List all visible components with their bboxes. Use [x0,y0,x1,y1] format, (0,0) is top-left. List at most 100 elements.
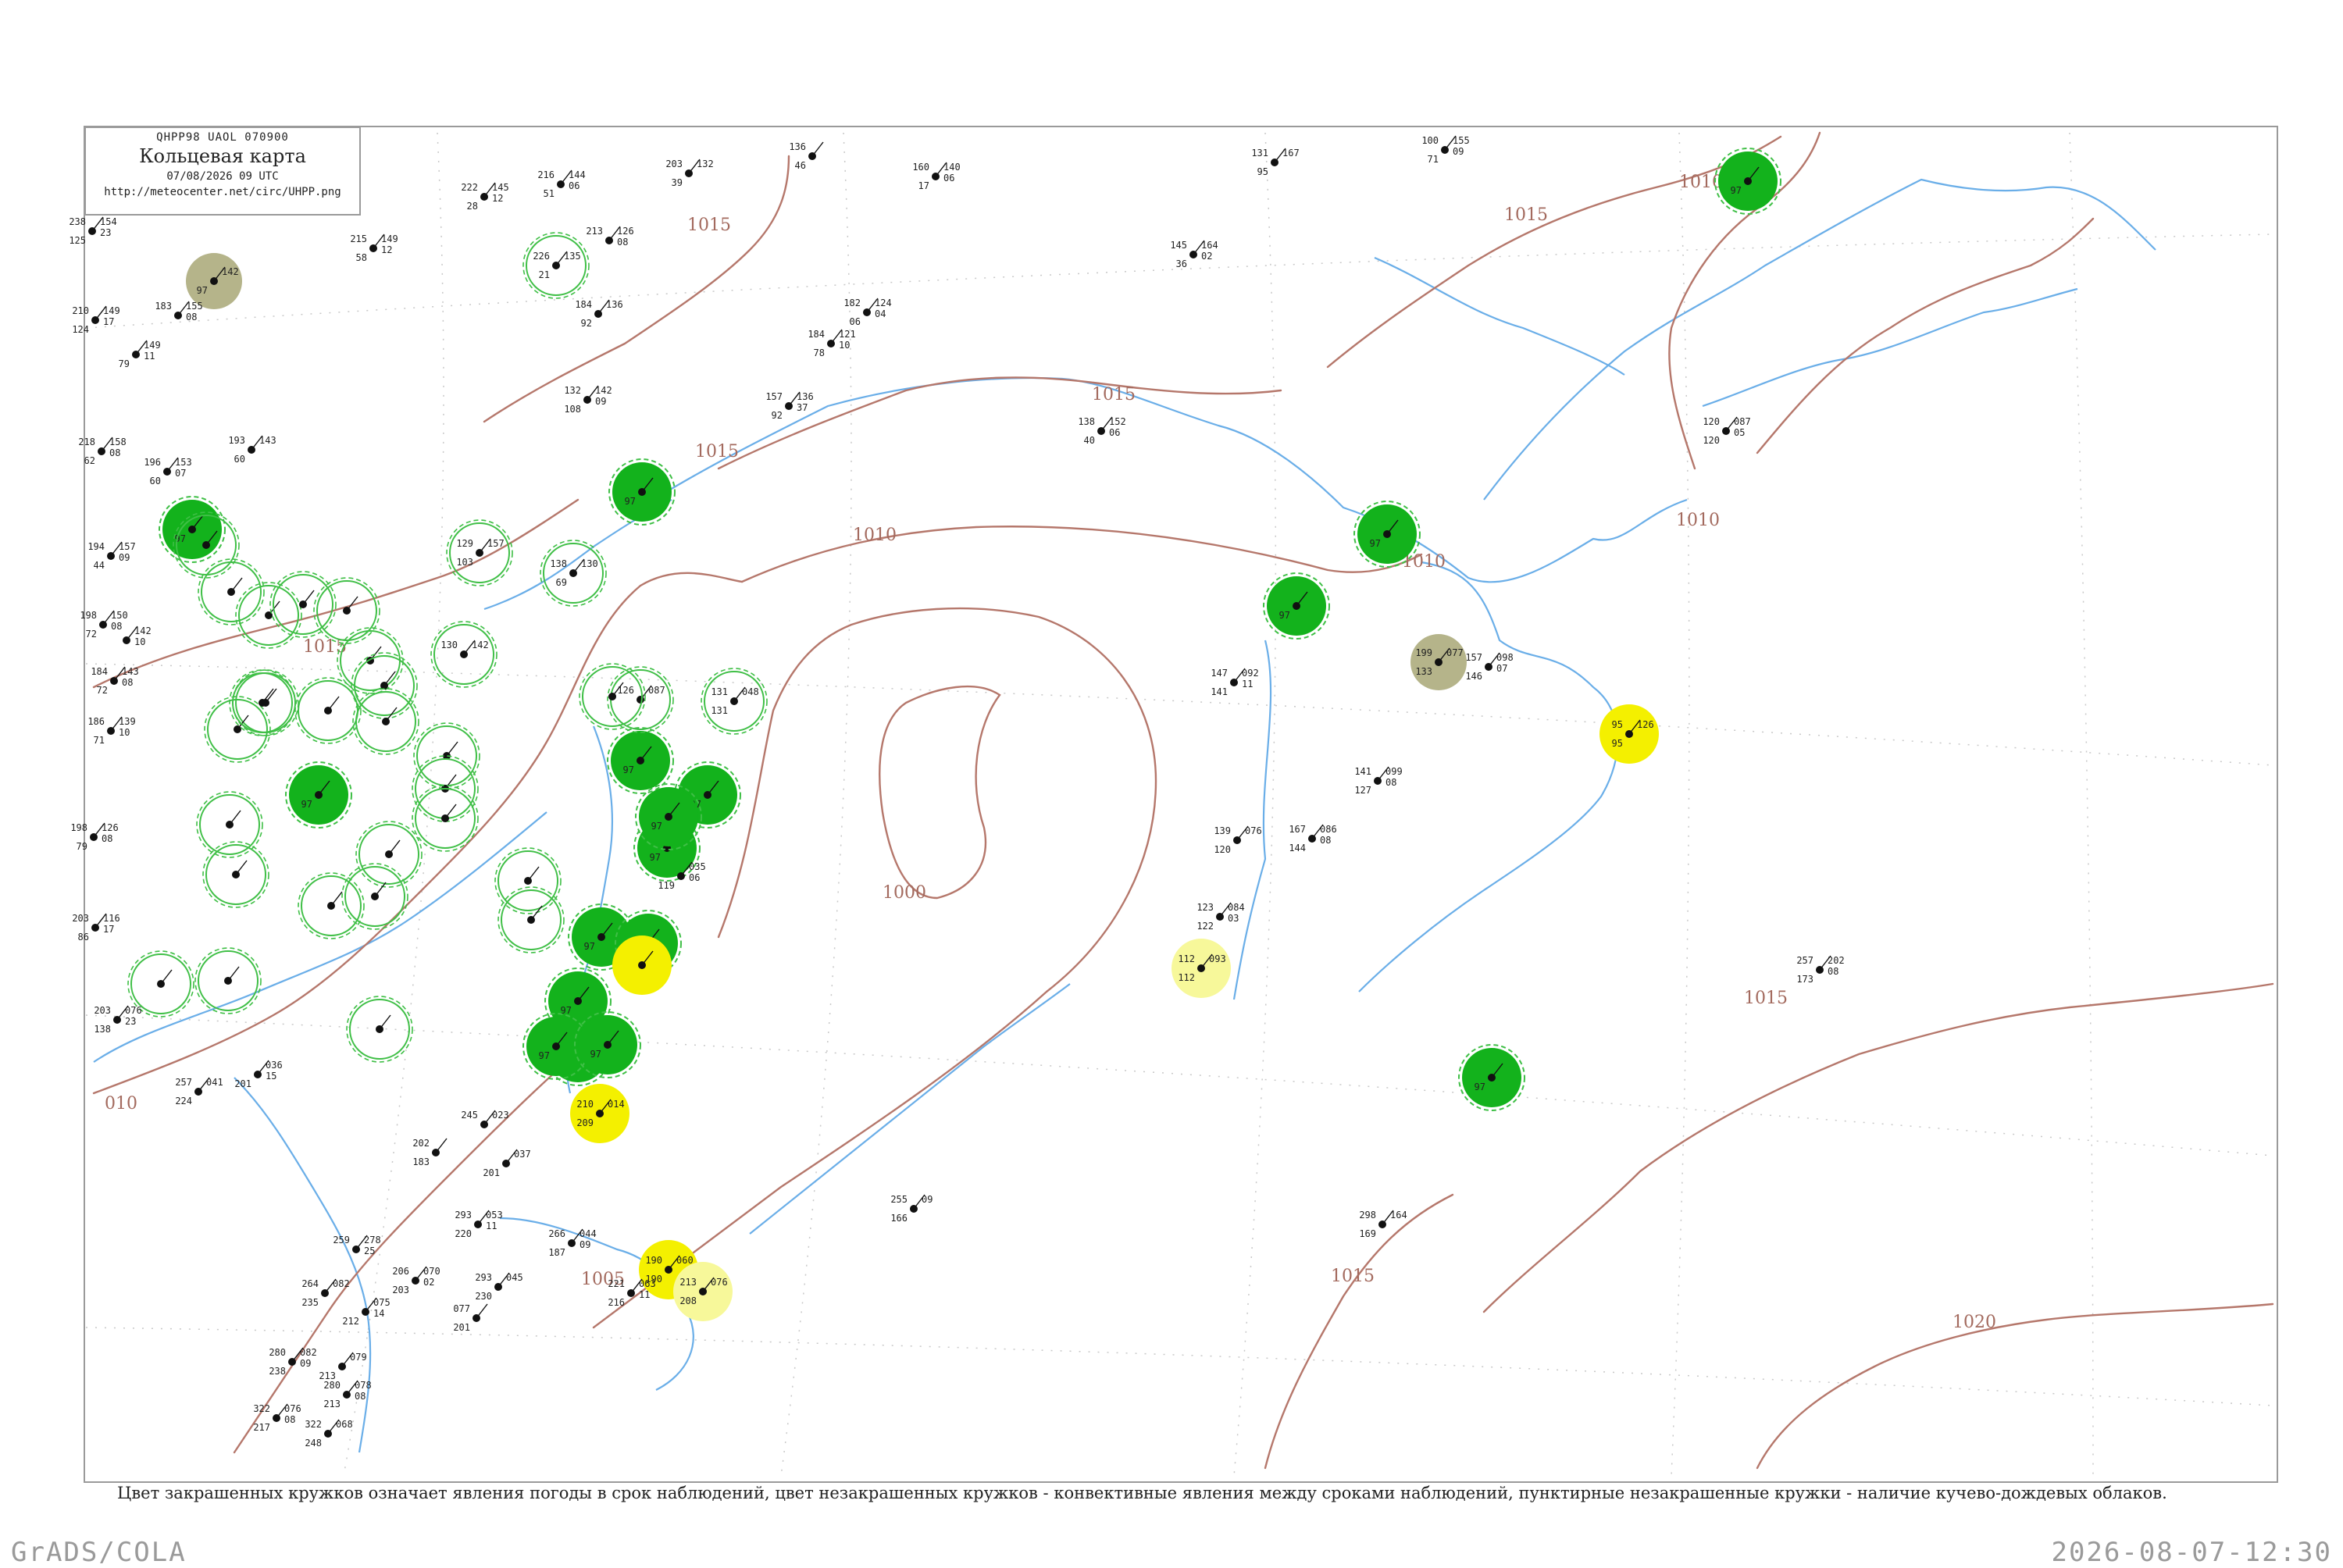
station-conv[interactable] [413,722,480,789]
station-conv[interactable]: 126 087 [607,666,674,733]
station-plain[interactable]: 202 183 [412,1138,448,1167]
station-conv[interactable] [204,696,271,763]
station-plain[interactable]: 182 06 12404 [843,298,891,327]
station-plain[interactable]: 206 203 07002 [392,1266,440,1295]
station-plain[interactable]: 213 12608 [586,226,633,248]
station-plain[interactable]: 280 238 08209 [269,1347,316,1377]
station-plain[interactable]: 216 51 14406 [537,169,585,199]
station-plain[interactable]: 198 72 15008 [80,610,127,640]
station-conv[interactable] [202,841,269,908]
station-plain[interactable]: 183 15508 [155,301,202,323]
station-plain[interactable]: 14210 [123,625,152,647]
station-plain[interactable]: 100 71 15509 [1421,135,1469,165]
station-conv[interactable] [355,821,423,888]
station-conv[interactable] [494,847,562,914]
station-plain[interactable]: 298 169 164 [1359,1210,1407,1239]
station-rain[interactable]: 97 [159,496,226,563]
station-plain[interactable]: 184 78 12110 [808,329,855,358]
station-pressure: 143 [259,435,276,446]
station-plain[interactable]: 141 127 09908 [1354,766,1402,796]
station-plain[interactable]: 293 220 05311 [455,1210,502,1239]
station-plain[interactable]: 322 217 07608 [253,1403,301,1433]
station-plain[interactable]: 79 14911 [119,340,161,369]
station-plain[interactable]: 221 216 06311 [608,1278,655,1308]
station-conv[interactable] [313,577,380,644]
station-conv[interactable] [294,677,362,744]
station-plain[interactable]: 215 58 14912 [350,233,398,263]
station-plain[interactable]: 167 144 08608 [1289,824,1336,853]
station-plain[interactable]: 212 07514 [342,1297,390,1327]
station-plain[interactable]: 157 146 09807 [1465,652,1513,682]
station-conv[interactable] [412,785,479,852]
station-dewpoint: 166 [890,1213,908,1224]
station-plain[interactable]: 255 166 09 [890,1194,933,1224]
station-conv[interactable] [196,791,263,858]
station-haze[interactable]: 213 208 076 [673,1262,733,1321]
station-conv[interactable] [235,582,302,649]
station-plain[interactable]: 193 60 143 [228,435,276,465]
station-plain[interactable]: 138 40 15206 [1078,416,1125,446]
station-plain[interactable]: 077 201 [453,1303,488,1333]
station-fog[interactable] [612,935,672,995]
station-conv[interactable] [579,663,646,730]
station-plain[interactable]: 139 120 076 [1214,825,1261,855]
station-plain[interactable]: 245 023 [461,1110,509,1128]
station-plain[interactable]: 186 71 13910 [87,716,135,746]
station-plain[interactable]: 218 62 15808 [78,437,126,466]
station-fog[interactable]: 95 95 126 [1599,704,1659,764]
station-plain[interactable]: 322 248 068 [305,1419,352,1449]
station-plain[interactable]: 203 39 132 [665,159,713,188]
station-plain[interactable]: 257 173 20208 [1796,955,1844,985]
station-conv[interactable] [269,571,337,638]
station-plain[interactable]: 145 36 16402 [1170,240,1218,269]
station-conv[interactable] [341,863,408,930]
station-temp: 226 [533,251,550,262]
station-plain[interactable]: 196 60 15307 [144,457,191,486]
station-conv[interactable] [229,669,296,736]
station-plain[interactable]: 184 92 136 [575,299,622,329]
station-plain[interactable]: 147 141 09211 [1211,668,1258,697]
station-plain[interactable]: 259 27825 [333,1235,380,1256]
station-mist[interactable]: 199 133 077 [1410,634,1467,690]
station-plain[interactable]: 280 213 07808 [323,1380,371,1409]
station-plain[interactable]: 198 79 12608 [70,822,118,852]
station-conv[interactable]: 130 142 [430,621,497,688]
station-conv[interactable]: 138 69 130 [540,540,607,607]
station-plain[interactable]: 201 037 [483,1149,530,1178]
station-haze[interactable]: 112 112 093 [1172,939,1231,998]
station-plain[interactable]: 210 124 14917 [72,305,119,335]
station-plain[interactable]: 120 120 08705 [1703,416,1750,446]
station-conv[interactable] [198,558,265,625]
station-conv[interactable] [346,996,413,1063]
station-plain[interactable]: 238 125 15423 [69,216,116,246]
station-plain[interactable]: 257 224 041 [175,1077,223,1107]
station-plain[interactable]: 203 86 11617 [72,913,119,943]
station-plain[interactable]: 160 17 14006 [912,162,960,191]
station-rain[interactable]: 97 [285,761,352,829]
station-conv[interactable]: 131 131 048 [701,668,768,735]
station-plain[interactable]: 203 138 07623 [94,1005,141,1035]
station-plain[interactable]: 194 44 15709 [87,541,135,571]
station-plain[interactable]: 184 72 14308 [91,666,138,696]
station-plain[interactable]: 213079 [319,1352,366,1381]
station-plain[interactable]: 201 03615 [234,1060,282,1089]
station-conv[interactable] [497,886,565,953]
station-fog[interactable]: 210 209 014 [570,1084,629,1143]
station-conv[interactable]: 226 21 135 [522,232,590,299]
station-plain[interactable]: 136 46 [789,141,824,171]
station-plain[interactable]: 132 108 14209 [564,385,612,415]
station-conv[interactable]: 129 103 157 [446,519,513,586]
station-plain[interactable]: 123 122 08403 [1196,902,1244,932]
legend-url[interactable]: http://meteocenter.net/circ/UHPP.png [86,186,359,198]
station-plain[interactable]: 293 230 045 [475,1272,522,1302]
station-conv[interactable] [352,688,419,755]
station-rain[interactable]: 97 [608,458,676,526]
station-rain[interactable]: 97 [607,727,674,794]
station-plain[interactable]: 222 28 14512 [461,182,508,212]
station-plain[interactable]: 131 95 167 [1251,148,1299,177]
station-conv[interactable] [298,872,365,939]
station-rain[interactable]: 97 [1263,572,1330,640]
station-rain[interactable]: 97 [1458,1044,1525,1111]
station-rain[interactable]: 97 [1714,148,1781,215]
station-rain[interactable]: 97 [1353,501,1421,568]
